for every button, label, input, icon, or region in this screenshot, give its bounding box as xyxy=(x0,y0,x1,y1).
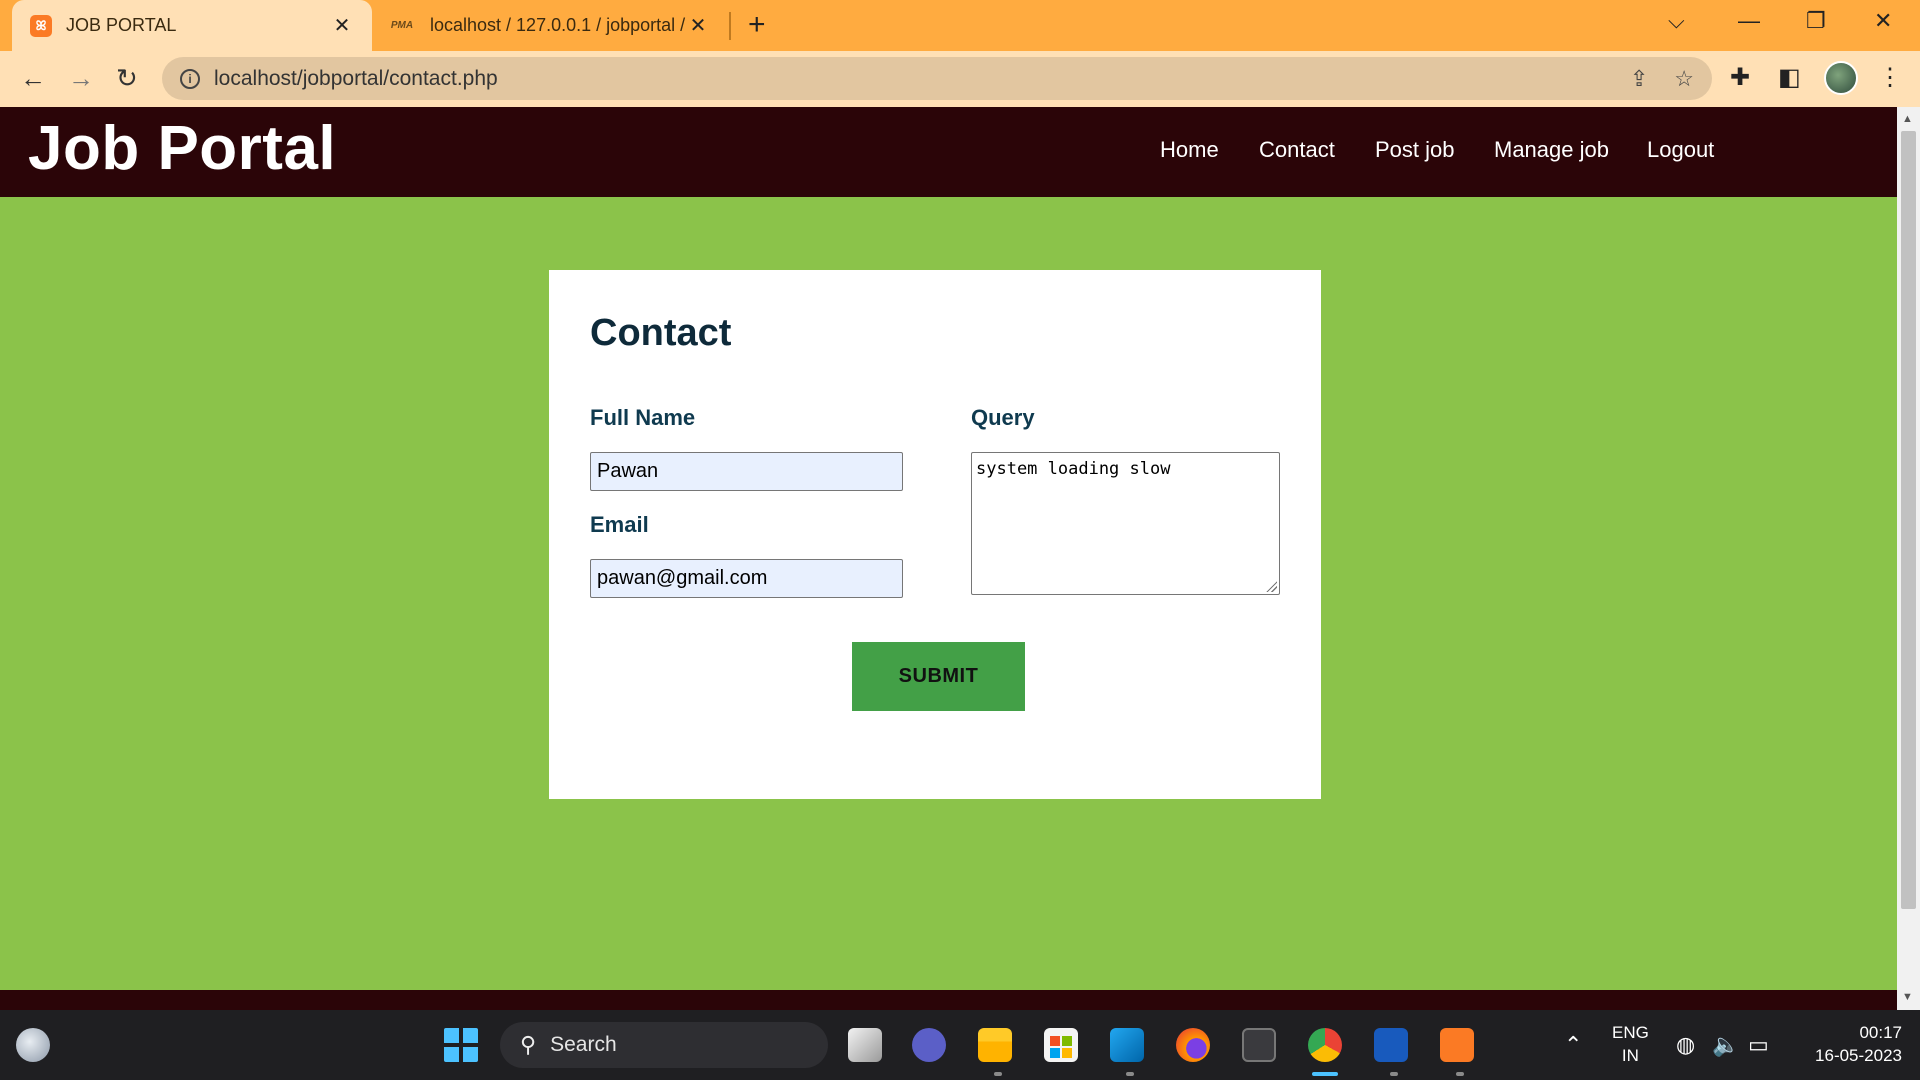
window-close-icon[interactable]: ✕ xyxy=(1874,8,1892,34)
browser-tab-bar: ꕤ JOB PORTAL ✕ PMA localhost / 127.0.0.1… xyxy=(0,0,1920,51)
query-textarea[interactable]: system loading slow xyxy=(971,452,1280,595)
search-placeholder: Search xyxy=(550,1033,617,1056)
teams-chat-icon[interactable] xyxy=(912,1028,946,1062)
back-arrow-icon[interactable]: ← xyxy=(20,63,46,94)
windows-taskbar: ⚲ Search ⌃ ENG IN ◍ 🔈 ▭ 00:17 16-05-2023 xyxy=(0,1010,1920,1080)
site-info-icon[interactable]: i xyxy=(180,68,200,89)
scroll-up-icon[interactable]: ▲ xyxy=(1902,113,1913,125)
site-logo[interactable]: Job Portal xyxy=(28,113,336,184)
bookmark-star-icon[interactable]: ☆ xyxy=(1674,66,1694,92)
query-label: Query xyxy=(971,405,1035,430)
word-icon[interactable] xyxy=(1374,1028,1408,1062)
tab-job-portal[interactable]: ꕤ JOB PORTAL ✕ xyxy=(12,0,372,51)
email-label: Email xyxy=(590,512,649,537)
terminal-icon[interactable] xyxy=(1242,1028,1276,1062)
language-indicator[interactable]: ENG IN xyxy=(1612,1022,1649,1068)
submit-button[interactable]: SUBMIT xyxy=(852,642,1025,711)
tab-separator xyxy=(729,12,731,40)
battery-icon[interactable]: ▭ xyxy=(1748,1030,1769,1060)
tray-overflow-chevron-icon[interactable]: ⌃ xyxy=(1564,1030,1582,1060)
clock[interactable]: 00:17 16-05-2023 xyxy=(1792,1022,1902,1068)
browser-toolbar: ← → ↻ i localhost/jobportal/contact.php … xyxy=(0,51,1920,107)
running-indicator xyxy=(1126,1072,1134,1076)
network-globe-icon[interactable]: ◍ xyxy=(1676,1030,1695,1060)
search-icon: ⚲ xyxy=(520,1032,537,1057)
xampp-icon: ꕤ xyxy=(30,14,52,37)
taskbar-search[interactable]: ⚲ Search xyxy=(500,1022,828,1068)
clock-date: 16-05-2023 xyxy=(1815,1045,1902,1065)
language-code: ENG xyxy=(1612,1023,1649,1042)
chrome-icon[interactable] xyxy=(1308,1028,1342,1062)
menu-kebab-icon[interactable]: ⋮ xyxy=(1878,63,1902,92)
side-panel-icon[interactable]: ◧ xyxy=(1778,63,1801,92)
clock-time: 00:17 xyxy=(1859,1023,1902,1042)
extensions-puzzle-icon[interactable]: ✚ xyxy=(1730,63,1750,92)
tab-title: JOB PORTAL xyxy=(66,15,177,35)
forward-arrow-icon[interactable]: → xyxy=(68,63,94,94)
email-input[interactable]: pawan@gmail.com xyxy=(590,559,903,598)
page-scrollbar[interactable]: ▲ ▼ xyxy=(1897,107,1920,1010)
phpmyadmin-icon: PMA xyxy=(390,20,414,31)
close-icon[interactable]: ✕ xyxy=(686,13,710,38)
firefox-icon[interactable] xyxy=(1176,1028,1210,1062)
scroll-down-icon[interactable]: ▼ xyxy=(1902,991,1913,1003)
running-indicator xyxy=(994,1072,1002,1076)
full-name-label: Full Name xyxy=(590,405,696,430)
minimize-icon[interactable]: — xyxy=(1738,8,1760,34)
new-tab-plus-icon[interactable]: + xyxy=(748,8,766,42)
site-footer xyxy=(0,990,1897,1010)
weather-widget-icon[interactable] xyxy=(16,1028,50,1062)
scrollbar-thumb[interactable] xyxy=(1901,131,1916,909)
active-app-indicator xyxy=(1312,1072,1338,1076)
url-text[interactable]: localhost/jobportal/contact.php xyxy=(214,67,1604,91)
vscode-icon[interactable] xyxy=(1110,1028,1144,1062)
site-header: Job Portal Home Contact Post job Manage … xyxy=(0,107,1897,197)
tab-search-chevron-icon[interactable]: ⌵ xyxy=(1668,8,1685,34)
file-explorer-icon[interactable] xyxy=(978,1028,1012,1062)
query-text: system loading slow xyxy=(976,459,1171,479)
running-indicator xyxy=(1456,1072,1464,1076)
tab-phpmyadmin[interactable]: PMA localhost / 127.0.0.1 / jobportal / … xyxy=(374,0,724,51)
volume-icon[interactable]: 🔈 xyxy=(1712,1030,1739,1060)
full-name-input[interactable]: Pawan xyxy=(590,452,903,491)
address-bar[interactable]: i localhost/jobportal/contact.php ⇪ ☆ xyxy=(162,57,1712,100)
reload-icon[interactable]: ↻ xyxy=(116,63,138,94)
restore-icon[interactable]: ❐ xyxy=(1806,8,1826,34)
xampp-control-icon[interactable] xyxy=(1440,1028,1474,1062)
running-indicator xyxy=(1390,1072,1398,1076)
microsoft-store-icon[interactable] xyxy=(1044,1028,1078,1062)
share-icon[interactable]: ⇪ xyxy=(1630,66,1648,92)
contact-card: Contact Full Name Pawan Email pawan@gmai… xyxy=(549,270,1321,799)
profile-avatar[interactable] xyxy=(1824,61,1858,95)
nav-manage-job[interactable]: Manage job xyxy=(1494,137,1609,163)
windows-start-icon[interactable] xyxy=(444,1028,478,1062)
region-code: IN xyxy=(1621,1045,1639,1065)
nav-post-job[interactable]: Post job xyxy=(1375,137,1455,163)
close-icon[interactable]: ✕ xyxy=(330,13,354,38)
nav-home[interactable]: Home xyxy=(1160,137,1219,163)
nav-logout[interactable]: Logout xyxy=(1647,137,1714,163)
resize-handle-icon[interactable] xyxy=(1265,580,1277,592)
nav-contact[interactable]: Contact xyxy=(1259,137,1335,163)
form-title: Contact xyxy=(590,312,732,354)
tab-title: localhost / 127.0.0.1 / jobportal / xyxy=(430,15,686,35)
task-view-icon[interactable] xyxy=(848,1028,882,1062)
